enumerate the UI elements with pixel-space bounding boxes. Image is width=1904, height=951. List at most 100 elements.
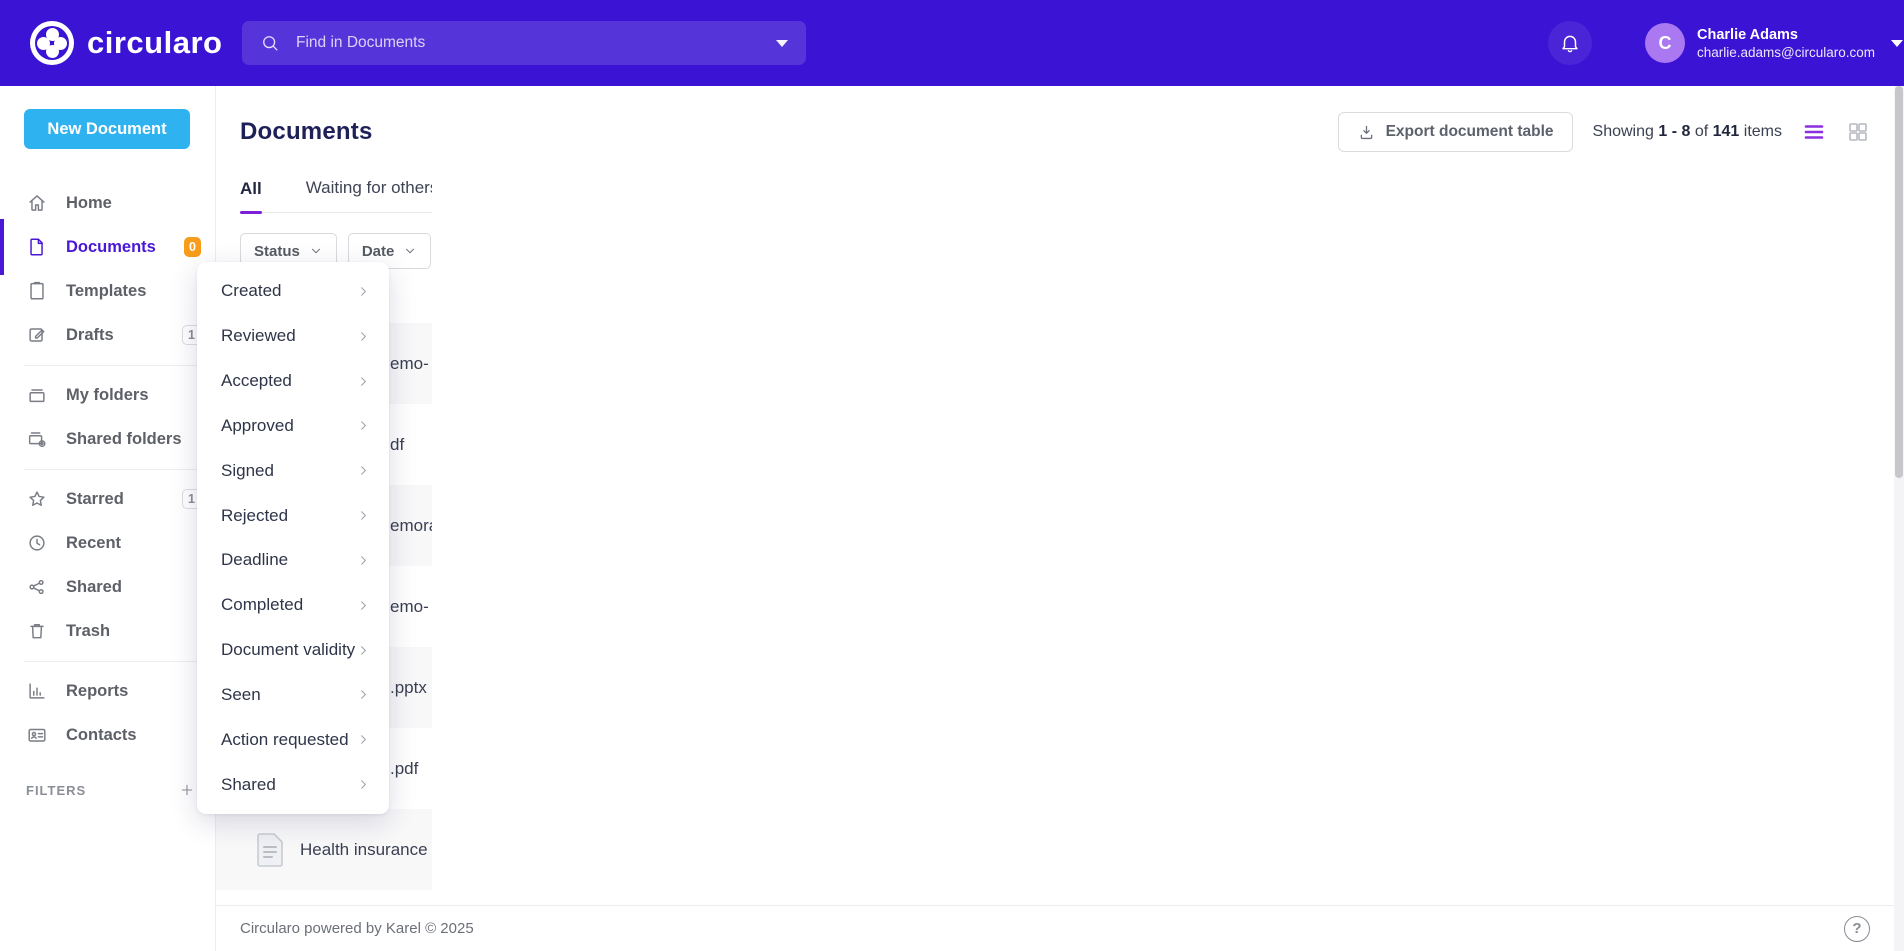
sidebar-nav: HomeDocuments0TemplatesDrafts1My folders… bbox=[0, 181, 215, 757]
chevron-right-icon bbox=[356, 777, 371, 792]
nav-divider bbox=[24, 661, 215, 662]
menu-item-label: Completed bbox=[221, 595, 303, 615]
contacts-icon bbox=[26, 724, 48, 746]
sidebar-item-label: Shared bbox=[66, 578, 201, 597]
sidebar-item-my-folders[interactable]: My folders bbox=[0, 373, 215, 417]
sidebar-item-reports[interactable]: Reports bbox=[0, 669, 215, 713]
new-document-button[interactable]: New Document bbox=[24, 109, 190, 149]
sidebar-item-label: Home bbox=[66, 194, 201, 213]
document-name: .pdf bbox=[390, 759, 418, 779]
sidebar-item-label: Documents bbox=[66, 238, 184, 257]
menu-item-label: Shared bbox=[221, 775, 276, 795]
nav-divider bbox=[24, 365, 215, 366]
global-search[interactable] bbox=[242, 21, 806, 65]
notifications-button[interactable] bbox=[1548, 21, 1592, 65]
sidebar-item-home[interactable]: Home bbox=[0, 181, 215, 225]
star-icon bbox=[26, 488, 48, 510]
chevron-right-icon bbox=[356, 329, 371, 344]
help-button[interactable]: ? bbox=[1844, 916, 1870, 942]
sidebar-item-contacts[interactable]: Contacts bbox=[0, 713, 215, 757]
status-menu-item-action-requested[interactable]: Action requested bbox=[197, 717, 389, 762]
draft-icon bbox=[26, 324, 48, 346]
table-body: emo- práce....GGabriel Johnson3 days ago… bbox=[216, 323, 1904, 890]
menu-item-label: Approved bbox=[221, 416, 294, 436]
status-filter-menu: Created Reviewed Accepted Approved Signed Rej… bbox=[197, 262, 389, 814]
scrollbar-thumb[interactable] bbox=[1895, 86, 1903, 478]
sidebar-filters-label: FILTERS bbox=[26, 783, 179, 798]
status-menu-item-rejected[interactable]: Rejected bbox=[197, 493, 389, 538]
status-menu-item-approved[interactable]: Approved bbox=[197, 403, 389, 448]
document-name: .pptx bbox=[390, 678, 427, 698]
chevron-right-icon bbox=[356, 284, 371, 299]
menu-item-label: Document validity bbox=[221, 640, 355, 660]
export-button-label: Export document table bbox=[1386, 123, 1554, 141]
tab-all[interactable]: All bbox=[240, 179, 262, 212]
user-email: charlie.adams@circularo.com bbox=[1697, 45, 1875, 60]
status-menu-item-accepted[interactable]: Accepted bbox=[197, 359, 389, 404]
sidebar-item-documents[interactable]: Documents0 bbox=[0, 225, 215, 269]
bell-icon bbox=[1559, 32, 1581, 54]
user-menu-caret-icon bbox=[1891, 40, 1903, 47]
document-icon bbox=[26, 236, 48, 258]
logo-icon bbox=[30, 21, 74, 65]
shared-folder-icon bbox=[26, 428, 48, 450]
menu-item-label: Reviewed bbox=[221, 326, 296, 346]
grid-view-toggle[interactable] bbox=[1846, 120, 1870, 144]
sidebar-filters-section[interactable]: FILTERS bbox=[0, 773, 215, 807]
table-row[interactable]: Health insurance form.pdfGGabriel Johnso… bbox=[216, 809, 1904, 890]
chevron-right-icon bbox=[356, 598, 371, 613]
tab-label: All bbox=[240, 179, 262, 199]
status-menu-item-seen[interactable]: Seen bbox=[197, 672, 389, 717]
status-menu-item-signed[interactable]: Signed bbox=[197, 448, 389, 493]
user-menu[interactable]: C Charlie Adams charlie.adams@circularo.… bbox=[1645, 23, 1903, 63]
status-menu-item-reviewed[interactable]: Reviewed bbox=[197, 314, 389, 359]
sidebar-item-recent[interactable]: Recent bbox=[0, 521, 215, 565]
chevron-right-icon bbox=[356, 508, 371, 523]
share-icon bbox=[26, 576, 48, 598]
search-icon bbox=[260, 33, 280, 53]
sidebar-item-templates[interactable]: Templates bbox=[0, 269, 215, 313]
sidebar-item-drafts[interactable]: Drafts1 bbox=[0, 313, 215, 357]
sidebar-item-trash[interactable]: Trash bbox=[0, 609, 215, 653]
download-icon bbox=[1357, 123, 1376, 142]
search-input[interactable] bbox=[294, 33, 764, 53]
sidebar-badge: 0 bbox=[184, 237, 201, 257]
chevron-right-icon bbox=[356, 732, 371, 747]
template-icon bbox=[26, 280, 48, 302]
sidebar-item-shared[interactable]: Shared bbox=[0, 565, 215, 609]
file-icon bbox=[256, 833, 284, 867]
search-scope-caret-icon[interactable] bbox=[776, 40, 788, 47]
status-menu-item-document-validity[interactable]: Document validity bbox=[197, 628, 389, 673]
status-menu-item-shared[interactable]: Shared bbox=[197, 762, 389, 807]
menu-item-label: Deadline bbox=[221, 550, 288, 570]
menu-item-label: Action requested bbox=[221, 730, 349, 750]
filter-chip-label: Status bbox=[254, 243, 300, 260]
showing-items-count: Showing 1 - 8 of 141 items bbox=[1593, 123, 1782, 141]
status-menu-item-created[interactable]: Created bbox=[197, 269, 389, 314]
app-logo[interactable]: circularo bbox=[30, 21, 222, 65]
sidebar-item-starred[interactable]: Starred1 bbox=[0, 477, 215, 521]
sidebar-item-label: Contacts bbox=[66, 726, 201, 745]
chevron-down-icon bbox=[309, 244, 323, 258]
top-bar: circularo C Charlie Adams charlie.adams@… bbox=[0, 0, 1904, 86]
sidebar-item-shared-folders[interactable]: Shared folders bbox=[0, 417, 215, 461]
chevron-right-icon bbox=[356, 418, 371, 433]
home-icon bbox=[26, 192, 48, 214]
status-menu-item-completed[interactable]: Completed bbox=[197, 583, 389, 628]
filter-chip-label: Date bbox=[362, 243, 395, 260]
chevron-down-icon bbox=[403, 244, 417, 258]
export-document-table-button[interactable]: Export document table bbox=[1338, 112, 1573, 152]
actions-cell: Remind bbox=[1600, 829, 1904, 870]
remind-button[interactable]: Remind bbox=[1608, 829, 1858, 870]
chevron-right-icon bbox=[356, 463, 371, 478]
menu-item-label: Signed bbox=[221, 461, 274, 481]
sidebar-item-label: Shared folders bbox=[66, 430, 201, 449]
menu-item-label: Rejected bbox=[221, 506, 288, 526]
chevron-right-icon bbox=[356, 687, 371, 702]
user-avatar: C bbox=[1645, 23, 1685, 63]
status-menu-item-deadline[interactable]: Deadline bbox=[197, 538, 389, 583]
main-content: Documents Export document table Showing … bbox=[216, 86, 1904, 951]
add-filter-plus-icon[interactable] bbox=[179, 782, 195, 798]
user-name: Charlie Adams bbox=[1697, 27, 1875, 43]
list-view-toggle[interactable] bbox=[1802, 120, 1826, 144]
